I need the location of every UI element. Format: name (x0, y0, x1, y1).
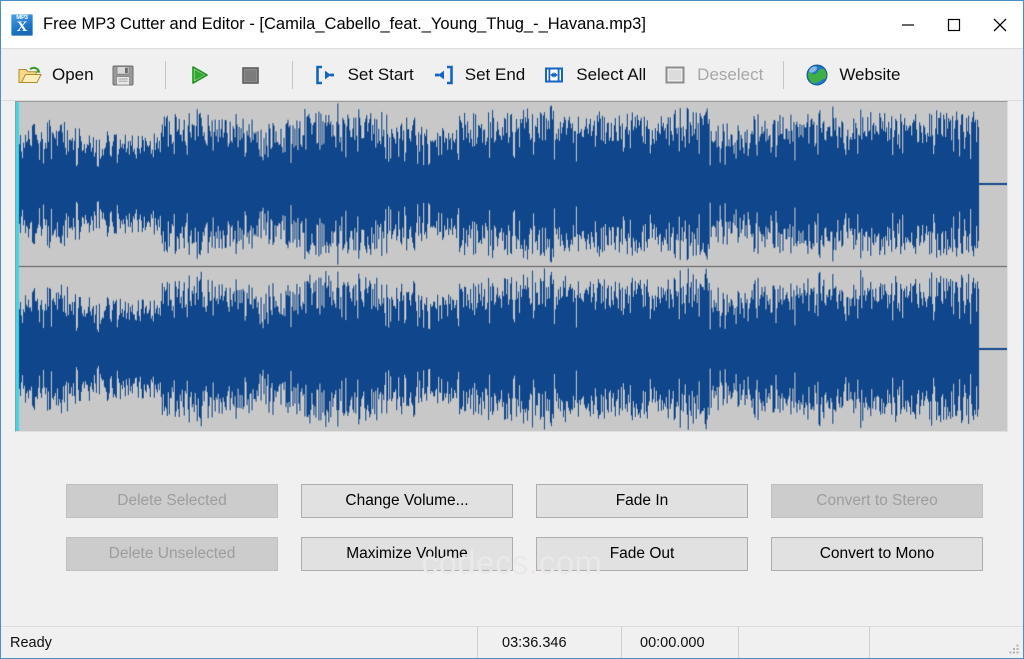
open-folder-icon (17, 62, 43, 88)
status-panel-4 (738, 627, 869, 658)
globe-icon (804, 62, 830, 88)
window-title: Free MP3 Cutter and Editor - [Camila_Cab… (43, 15, 646, 34)
toolbar-button-set-start[interactable]: Set Start (305, 53, 422, 97)
toolbar-button-select-all[interactable]: Select All (533, 53, 654, 97)
set-end-icon (430, 62, 456, 88)
fade-out-button[interactable]: Fade Out (536, 537, 748, 571)
toolbar-button-deselect[interactable]: Deselect (654, 53, 771, 97)
resize-grip-icon[interactable] (1008, 643, 1020, 655)
toolbar-button-play[interactable] (178, 53, 229, 97)
fade-in-button[interactable]: Fade In (536, 484, 748, 518)
delete-selected-button[interactable]: Delete Selected (66, 484, 278, 518)
set-start-icon (313, 62, 339, 88)
toolbar-label-website: Website (839, 65, 900, 85)
action-button-panel: Delete Selected Change Volume... Fade In… (1, 443, 1023, 626)
change-volume-button[interactable]: Change Volume... (301, 484, 513, 518)
save-disk-icon (110, 62, 136, 88)
window-controls (885, 1, 1023, 48)
close-icon (992, 17, 1008, 33)
toolbar-label-open: Open (52, 65, 94, 85)
stop-icon (237, 62, 263, 88)
toolbar-separator-2 (292, 61, 293, 89)
close-button[interactable] (977, 9, 1023, 41)
total-duration-field: 03:36.346 (477, 627, 621, 658)
minimize-button[interactable] (885, 9, 931, 41)
convert-to-mono-button[interactable]: Convert to Mono (771, 537, 983, 571)
status-panel-5 (869, 627, 1023, 658)
select-all-icon (541, 62, 567, 88)
toolbar-button-save[interactable] (102, 53, 153, 97)
toolbar-button-set-end[interactable]: Set End (422, 53, 534, 97)
toolbar-button-open[interactable]: Open (9, 53, 102, 97)
maximize-button[interactable] (931, 9, 977, 41)
maximize-volume-button[interactable]: Maximize Volume (301, 537, 513, 571)
app-icon: MP3 X (11, 14, 33, 36)
toolbar-label-set-end: Set End (465, 65, 526, 85)
waveform-canvas[interactable] (16, 102, 1007, 431)
convert-to-stereo-button[interactable]: Convert to Stereo (771, 484, 983, 518)
action-button-grid: Delete Selected Change Volume... Fade In… (66, 484, 969, 571)
maximize-icon (947, 18, 961, 32)
toolbar-label-deselect: Deselect (697, 65, 763, 85)
deselect-icon (662, 62, 688, 88)
cursor-position-field: 00:00.000 (621, 627, 738, 658)
title-bar: MP3 X Free MP3 Cutter and Editor - [Cami… (1, 1, 1023, 48)
toolbar-label-select-all: Select All (576, 65, 646, 85)
app-icon-x-mark: X (11, 19, 33, 36)
waveform-area (1, 101, 1023, 443)
waveform-panel[interactable] (15, 101, 1008, 432)
status-text: Ready (1, 627, 477, 658)
toolbar: Open (1, 48, 1023, 101)
play-icon (186, 62, 212, 88)
toolbar-button-website[interactable]: Website (796, 53, 908, 97)
application-window: MP3 X Free MP3 Cutter and Editor - [Cami… (0, 0, 1024, 659)
toolbar-separator-3 (783, 61, 784, 89)
delete-unselected-button[interactable]: Delete Unselected (66, 537, 278, 571)
toolbar-separator-1 (165, 61, 166, 89)
minimize-icon (901, 18, 915, 32)
status-bar: Ready 03:36.346 00:00.000 (1, 626, 1023, 658)
toolbar-label-set-start: Set Start (348, 65, 414, 85)
toolbar-button-stop[interactable] (229, 53, 280, 97)
